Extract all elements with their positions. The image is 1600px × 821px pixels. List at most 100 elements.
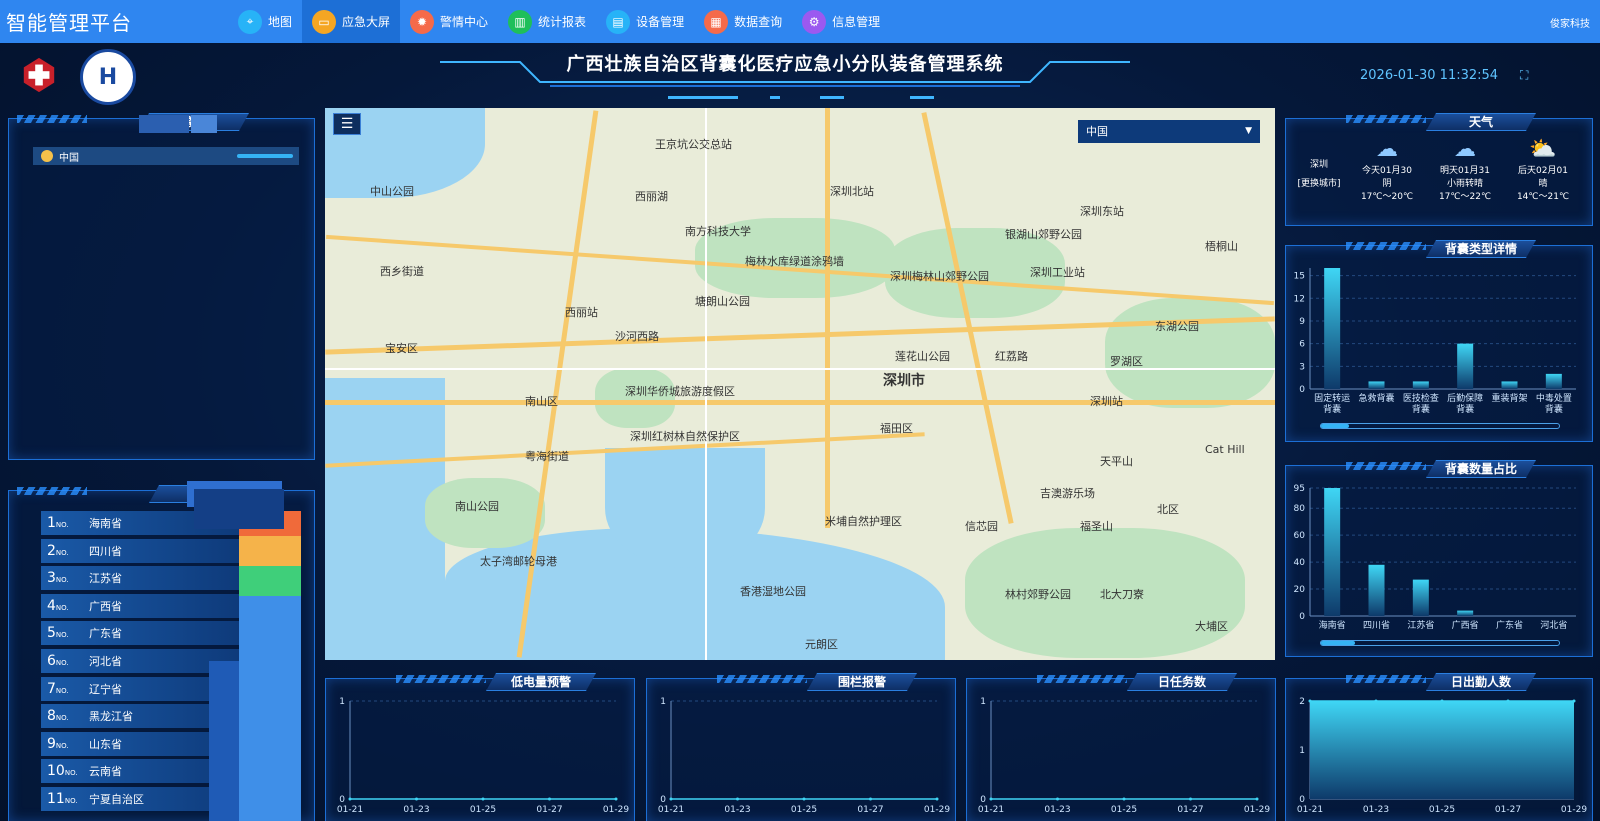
- map-place-label[interactable]: 莲花山公园: [895, 348, 950, 364]
- map-place-label[interactable]: 深圳东站: [1080, 203, 1124, 219]
- map-place-label[interactable]: 西乡街道: [380, 263, 424, 279]
- map-place-label[interactable]: 塘朗山公园: [695, 293, 750, 309]
- map-place-label[interactable]: 南山区: [525, 393, 558, 409]
- data-point[interactable]: [1572, 699, 1576, 703]
- map-place-label[interactable]: 梅林水库绿道涂鸦墙: [745, 253, 844, 269]
- map-place-label[interactable]: 南方科技大学: [685, 223, 751, 239]
- map-place-label[interactable]: 中山公园: [370, 183, 414, 199]
- data-point[interactable]: [1255, 797, 1259, 801]
- map-place-label[interactable]: 深圳工业站: [1030, 264, 1085, 280]
- data-point[interactable]: [1440, 699, 1444, 703]
- rank-row[interactable]: 3NO. 江苏省: [41, 566, 241, 591]
- bar[interactable]: [1324, 268, 1341, 389]
- nav-item-0[interactable]: ⌖ 地图: [228, 0, 302, 43]
- map-menu-button[interactable]: ☰: [333, 113, 361, 135]
- map-place-label[interactable]: 福圣山: [1080, 518, 1113, 534]
- map-place-label[interactable]: 北大刀寮: [1100, 586, 1144, 602]
- bar[interactable]: [1501, 381, 1518, 389]
- nav-item-1[interactable]: ▭ 应急大屏: [302, 0, 401, 43]
- map-place-label[interactable]: 深圳华侨城旅游度假区: [625, 383, 735, 399]
- bar[interactable]: [1368, 381, 1385, 389]
- map-place-label[interactable]: 福田区: [880, 420, 913, 436]
- data-point[interactable]: [348, 797, 352, 801]
- data-point[interactable]: [415, 797, 418, 801]
- bar[interactable]: [1457, 343, 1474, 389]
- map-place-label[interactable]: 西丽湖: [635, 188, 668, 204]
- data-point[interactable]: [669, 797, 673, 801]
- data-point[interactable]: [935, 797, 939, 801]
- nav-item-4[interactable]: ▤ 设备管理: [596, 0, 694, 43]
- data-point[interactable]: [869, 797, 872, 801]
- map-place-label[interactable]: Cat Hill: [1205, 443, 1245, 456]
- map-place-label[interactable]: 大埔区: [1195, 618, 1228, 634]
- map-place-label[interactable]: 银湖山郊野公园: [1005, 226, 1082, 242]
- map-place-label[interactable]: 深圳市: [883, 370, 925, 390]
- nav-item-2[interactable]: ✹ 警情中心: [400, 0, 498, 43]
- nav-item-6[interactable]: ⚙ 信息管理: [792, 0, 890, 43]
- nav-item-3[interactable]: ▥ 统计报表: [498, 0, 596, 43]
- low-battery-chart: 0 1 01-21 01-23 01-25 01-27 01-29: [337, 697, 629, 815]
- map-place-label[interactable]: 深圳站: [1090, 393, 1123, 409]
- map-place-label[interactable]: 宝安区: [385, 340, 418, 356]
- rank-number: 5NO.: [41, 625, 77, 641]
- map-place-label[interactable]: 天平山: [1100, 453, 1133, 469]
- nav-item-label: 统计报表: [538, 15, 587, 29]
- bar[interactable]: [1457, 610, 1474, 616]
- bar[interactable]: [1324, 488, 1341, 616]
- map-place-label[interactable]: 西丽站: [565, 304, 598, 320]
- x-tick-label: 01-29: [1244, 805, 1270, 815]
- data-point[interactable]: [1122, 797, 1126, 801]
- rank-row[interactable]: 5NO. 广东省: [41, 621, 241, 646]
- bar[interactable]: [1368, 564, 1385, 616]
- map-place-label[interactable]: 深圳北站: [830, 183, 874, 199]
- data-point[interactable]: [1308, 699, 1312, 703]
- bar[interactable]: [1412, 381, 1429, 389]
- data-point[interactable]: [1189, 797, 1192, 801]
- company-menu[interactable]: 俊家科技: [1550, 15, 1590, 30]
- map-place-label[interactable]: 吉澳游乐场: [1040, 485, 1095, 501]
- map-place-label[interactable]: 米埔自然护理区: [825, 513, 902, 529]
- map-place-label[interactable]: 沙河西路: [615, 328, 659, 344]
- map-place-label[interactable]: 东湖公园: [1155, 318, 1199, 334]
- rank-province: 四川省: [89, 544, 122, 558]
- map-place-label[interactable]: 梧桐山: [1205, 238, 1238, 254]
- tree-item-china[interactable]: 中国: [33, 147, 299, 165]
- map-view[interactable]: ☰ 中国 ▼ 深圳市南山区福田区 罗湖区 宝安区红荔路 西乡街道北区大埔区元朗区 深圳北…: [325, 108, 1275, 660]
- data-point[interactable]: [548, 797, 551, 801]
- chart-scrollbar[interactable]: [1320, 423, 1560, 429]
- bar[interactable]: [1412, 579, 1429, 616]
- map-place-label[interactable]: 信芯园: [965, 518, 998, 534]
- rank-row[interactable]: 4NO. 广西省: [41, 593, 241, 618]
- map-place-label[interactable]: 南山公园: [455, 498, 499, 514]
- map-place-label[interactable]: 深圳红树林自然保护区: [630, 428, 740, 444]
- top-nav-bar: 智能管理平台 ⌖ 地图 ▭ 应急大屏 ✹ 警情中心 ▥ 统计报表 ▤ 设备管理 ▦ 数据查询 ⚙ 信息管理…: [0, 0, 1600, 43]
- map-place-label[interactable]: 红荔路: [995, 348, 1028, 364]
- rank-number-value: 4: [47, 597, 56, 614]
- map-place-label[interactable]: 罗湖区: [1110, 353, 1143, 369]
- map-place-label[interactable]: 王京坑公交总站: [655, 136, 732, 152]
- map-place-label[interactable]: 林村郊野公园: [1005, 586, 1071, 602]
- map-place-label[interactable]: 深圳梅林山郊野公园: [890, 268, 989, 284]
- nav-item-5[interactable]: ▦ 数据查询: [694, 0, 792, 43]
- data-point[interactable]: [614, 797, 618, 801]
- chart-scrollbar[interactable]: [1320, 640, 1560, 646]
- data-point[interactable]: [1056, 797, 1059, 801]
- map-place-label[interactable]: 粤海街道: [525, 448, 569, 464]
- fullscreen-icon[interactable]: ⛶: [1520, 68, 1534, 82]
- data-point[interactable]: [989, 797, 993, 801]
- change-city-link[interactable]: [更换城市]: [1296, 176, 1342, 189]
- rank-row[interactable]: 2NO. 四川省: [41, 538, 241, 563]
- map-place-label[interactable]: 太子湾邮轮母港: [480, 553, 557, 569]
- bar[interactable]: [1545, 373, 1562, 389]
- data-point[interactable]: [1506, 699, 1510, 703]
- y-tick-label: 6: [1299, 340, 1305, 350]
- data-point[interactable]: [802, 797, 806, 801]
- map-place-label[interactable]: 北区: [1157, 501, 1179, 517]
- map-place-label[interactable]: 元朗区: [805, 636, 838, 652]
- data-point[interactable]: [481, 797, 485, 801]
- data-point[interactable]: [1374, 699, 1378, 703]
- data-point[interactable]: [736, 797, 739, 801]
- y-tick-label: 9: [1299, 317, 1305, 327]
- map-place-label[interactable]: 香港湿地公园: [740, 583, 806, 599]
- region-select[interactable]: 中国 ▼: [1078, 120, 1260, 143]
